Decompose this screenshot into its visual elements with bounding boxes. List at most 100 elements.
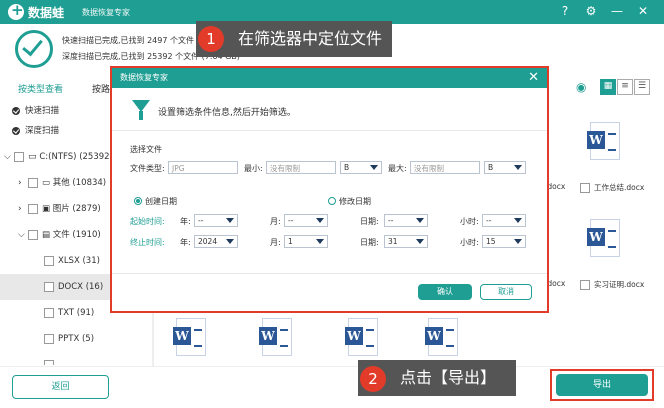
checkbox[interactable] — [44, 360, 54, 365]
day-label: 日期: — [360, 217, 379, 226]
file-item[interactable]: W — [333, 318, 393, 356]
quick-scan-status: 快速扫描已完成,已找到 2497 个文件 — [62, 36, 194, 45]
max-size-input[interactable]: 没有限制 — [410, 161, 480, 174]
step-1-callout: 在筛选器中定位文件 — [196, 21, 393, 57]
max-size-label: 最大: — [388, 164, 407, 173]
detail-view-icon[interactable]: ☰ — [634, 79, 650, 95]
end-time-label: 终止时间: — [130, 238, 165, 247]
dialog-intro: 设置筛选条件信息,然后开始筛选。 — [158, 108, 296, 118]
file-item[interactable]: W — [247, 318, 307, 356]
checkbox[interactable] — [44, 307, 54, 318]
chevron-down-icon — [226, 218, 234, 223]
chevron-right-icon[interactable]: › — [18, 196, 28, 222]
month-label: 月: — [270, 238, 281, 247]
sidebar-item-label: DOCX (16) — [58, 282, 104, 292]
document-icon: ▤ — [42, 230, 53, 240]
tab-by-path[interactable]: 按路 — [92, 82, 110, 95]
year-label: 年: — [180, 238, 191, 247]
hour-label: 小时: — [460, 238, 479, 247]
checkbox[interactable] — [44, 281, 54, 292]
dialog-close-icon[interactable]: ✕ — [528, 70, 539, 86]
checkbox[interactable] — [580, 280, 590, 290]
sidebar-item-pptx[interactable]: PPTX (5) — [0, 326, 152, 352]
checkbox[interactable] — [28, 229, 38, 240]
selected-check-icon — [12, 126, 20, 135]
filter-icon-stem — [139, 111, 143, 120]
min-size-label: 最小: — [244, 164, 263, 173]
chevron-down-icon — [514, 165, 522, 170]
file-item[interactable]: W — [413, 318, 473, 356]
sidebar-item-label: TXT (91) — [58, 308, 95, 318]
checkbox[interactable] — [28, 177, 38, 188]
checkbox[interactable] — [580, 183, 590, 193]
picture-icon: ▣ — [42, 204, 53, 214]
sidebar-item-label: 文件 (1910) — [52, 230, 101, 240]
file-item[interactable]: W — [575, 219, 635, 257]
sidebar-item-label: 深度扫描 — [25, 126, 60, 136]
callout-text: 在筛选器中定位文件 — [238, 29, 383, 48]
word-file-icon: W — [425, 318, 458, 356]
app-logo-icon — [8, 1, 24, 20]
word-file-icon: W — [173, 318, 206, 356]
day-label: 日期: — [360, 238, 379, 247]
checkbox[interactable] — [28, 203, 38, 214]
list-view-icon[interactable]: ≡ — [617, 79, 633, 95]
file-item[interactable]: W — [161, 318, 221, 356]
sidebar-item-label: XLSX (31) — [58, 256, 100, 266]
back-button[interactable]: 返回 — [12, 375, 109, 399]
start-year-select[interactable]: -- — [194, 214, 238, 227]
close-icon[interactable]: ✕ — [636, 4, 650, 18]
word-file-icon: W — [587, 122, 620, 160]
min-size-unit-select[interactable]: B — [340, 161, 382, 174]
scan-complete-check-icon — [15, 30, 53, 68]
end-month-select[interactable]: 1 — [284, 235, 328, 248]
divider — [112, 130, 547, 131]
checkbox[interactable] — [44, 333, 54, 344]
cancel-button[interactable]: 取消 — [480, 284, 532, 300]
settings-icon[interactable]: ⚙ — [584, 4, 598, 18]
file-type-input[interactable]: JPG — [168, 161, 238, 174]
sidebar-item-label: C:(NTFS) (25392) — [39, 152, 113, 162]
chevron-down-icon — [514, 218, 522, 223]
sidebar-item-label: PPTX (5) — [58, 334, 95, 344]
confirm-button[interactable]: 确认 — [418, 284, 472, 300]
footer: 返回 导出 — [0, 366, 664, 408]
checkbox[interactable] — [44, 255, 54, 266]
sidebar-item-label: 图片 (2879) — [52, 204, 101, 214]
folder-icon: ▭ — [42, 178, 53, 188]
callout-text: 点击【导出】 — [400, 368, 497, 387]
word-file-icon: W — [259, 318, 292, 356]
minimize-icon[interactable]: — — [610, 4, 624, 18]
section-title: 选择文件 — [130, 145, 162, 154]
step-2-badge: 2 — [360, 366, 386, 392]
modified-date-radio[interactable] — [328, 197, 336, 205]
chevron-down-icon — [514, 239, 522, 244]
app-brand: 数据蛙 — [28, 6, 65, 20]
file-item[interactable]: W — [575, 122, 635, 160]
month-label: 月: — [270, 217, 281, 226]
end-year-select[interactable]: 2024 — [194, 235, 238, 248]
start-day-select[interactable]: -- — [384, 214, 428, 227]
end-day-select[interactable]: 31 — [384, 235, 428, 248]
max-size-unit-select[interactable]: B — [484, 161, 526, 174]
min-size-input[interactable]: 没有限制 — [266, 161, 336, 174]
start-hour-select[interactable]: -- — [482, 214, 526, 227]
created-date-label: 创建日期 — [145, 197, 177, 206]
word-file-icon: W — [345, 318, 378, 356]
help-icon[interactable]: ? — [558, 4, 572, 18]
chevron-down-icon — [370, 165, 378, 170]
checkbox[interactable] — [14, 151, 24, 162]
chevron-down-icon[interactable]: ⌵ — [18, 222, 28, 248]
chevron-down-icon[interactable]: ⌵ — [4, 144, 14, 170]
drive-icon: ▭ — [28, 152, 40, 162]
end-hour-select[interactable]: 15 — [482, 235, 526, 248]
export-button[interactable]: 导出 — [556, 374, 648, 396]
preview-eye-icon[interactable]: ◉ — [576, 80, 586, 94]
sidebar-item-label: 快速扫描 — [25, 106, 60, 116]
chevron-down-icon — [316, 218, 324, 223]
grid-view-icon[interactable]: ▦ — [600, 79, 616, 95]
chevron-down-icon — [316, 239, 324, 244]
chevron-right-icon[interactable]: › — [18, 170, 28, 196]
created-date-radio[interactable] — [134, 197, 142, 205]
start-month-select[interactable]: -- — [284, 214, 328, 227]
